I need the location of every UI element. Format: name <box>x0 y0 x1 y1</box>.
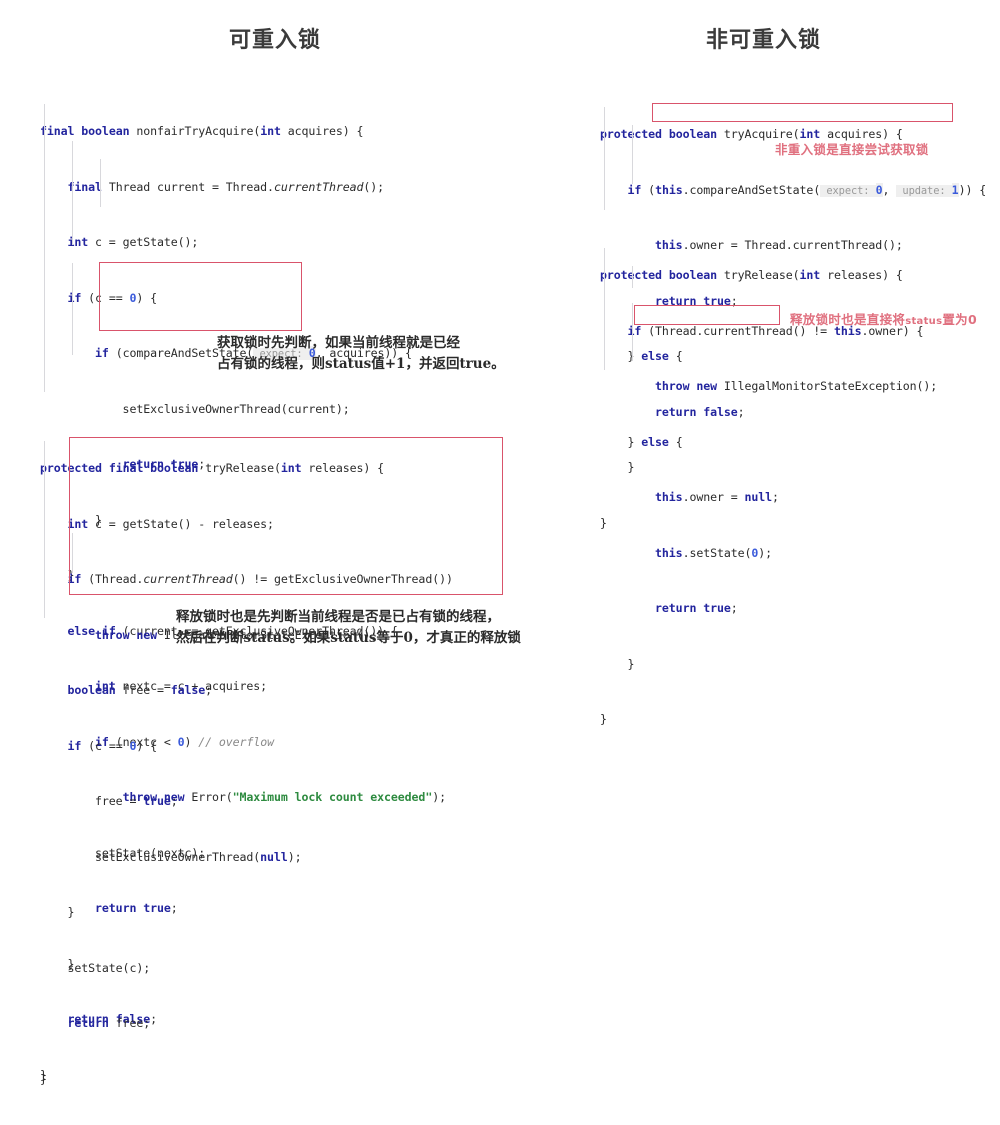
code-line: setState(c); <box>40 960 151 975</box>
code-line: this.owner = null; <box>655 490 779 504</box>
code-block-try-release-reentrant: protected final boolean tryRelease(int r… <box>40 422 453 1125</box>
indent-guide <box>44 441 45 618</box>
indent-guide <box>632 266 633 288</box>
code-line: } else { <box>600 434 683 449</box>
indent-guide <box>72 533 73 573</box>
left-column-title: 可重入锁 <box>229 28 322 53</box>
indent-guide <box>604 248 605 370</box>
code-line: int c = getState() - releases; <box>67 516 275 531</box>
annotation-acquire-lock: 获取锁时先判断，如果当前线程就是已经 占有锁的线程，则status值+1，并返回… <box>217 335 505 372</box>
code-line: setExclusiveOwnerThread(current); <box>40 401 350 416</box>
annotation-nonreentrant-acquire: 非重入锁是直接尝试获取锁 <box>775 142 929 157</box>
indent-guide <box>72 263 73 355</box>
indent-guide <box>100 159 101 207</box>
code-line: int c = getState(); <box>67 235 199 249</box>
slide-canvas: 可重入锁 非可重入锁 final boolean nonfairTryAcqui… <box>0 0 1000 1086</box>
code-line: this.setState(0); <box>655 545 773 560</box>
code-line: protected boolean tryRelease(int release… <box>600 268 903 282</box>
right-column-title: 非可重入锁 <box>706 28 822 53</box>
code-line: } <box>40 905 75 919</box>
indent-guide <box>604 107 605 210</box>
indent-guide <box>44 104 45 392</box>
annotation-text-status: status <box>905 316 943 327</box>
code-line: if (c == 0) { <box>67 738 158 753</box>
code-line: boolean free = false; <box>40 683 213 697</box>
code-line: if (Thread.currentThread() != getExclusi… <box>67 572 453 586</box>
annotation-text-suffix: 置为0 <box>942 312 977 327</box>
annotation-text-prefix: 释放锁时也是直接将 <box>790 312 906 327</box>
code-line: final boolean nonfairTryAcquire(int acqu… <box>40 124 364 138</box>
code-line: return true; <box>655 601 738 615</box>
code-line: free = true; <box>40 794 178 808</box>
annotation-nonreentrant-release: 释放锁时也是直接将status置为0 <box>790 309 977 328</box>
indent-guide <box>72 141 73 245</box>
code-line: return free; <box>67 1016 151 1030</box>
code-line: throw new IllegalMonitorStateException()… <box>655 379 938 393</box>
code-line: if (this.compareAndSetState( expect: 0, … <box>627 182 987 197</box>
code-line: } <box>600 712 607 726</box>
annotation-release-lock: 释放锁时也是先判断当前线程是否是已占有锁的线程， 然后在判断status。如果s… <box>176 609 521 646</box>
code-line: if (c == 0) { <box>67 290 158 305</box>
indent-guide <box>632 303 633 361</box>
code-line: protected final boolean tryRelease(int r… <box>40 461 385 475</box>
indent-guide <box>632 162 633 184</box>
code-line: setExclusiveOwnerThread(null); <box>40 849 302 864</box>
code-line: } <box>40 1071 47 1086</box>
code-line: } <box>600 656 635 671</box>
indent-guide <box>632 125 633 165</box>
